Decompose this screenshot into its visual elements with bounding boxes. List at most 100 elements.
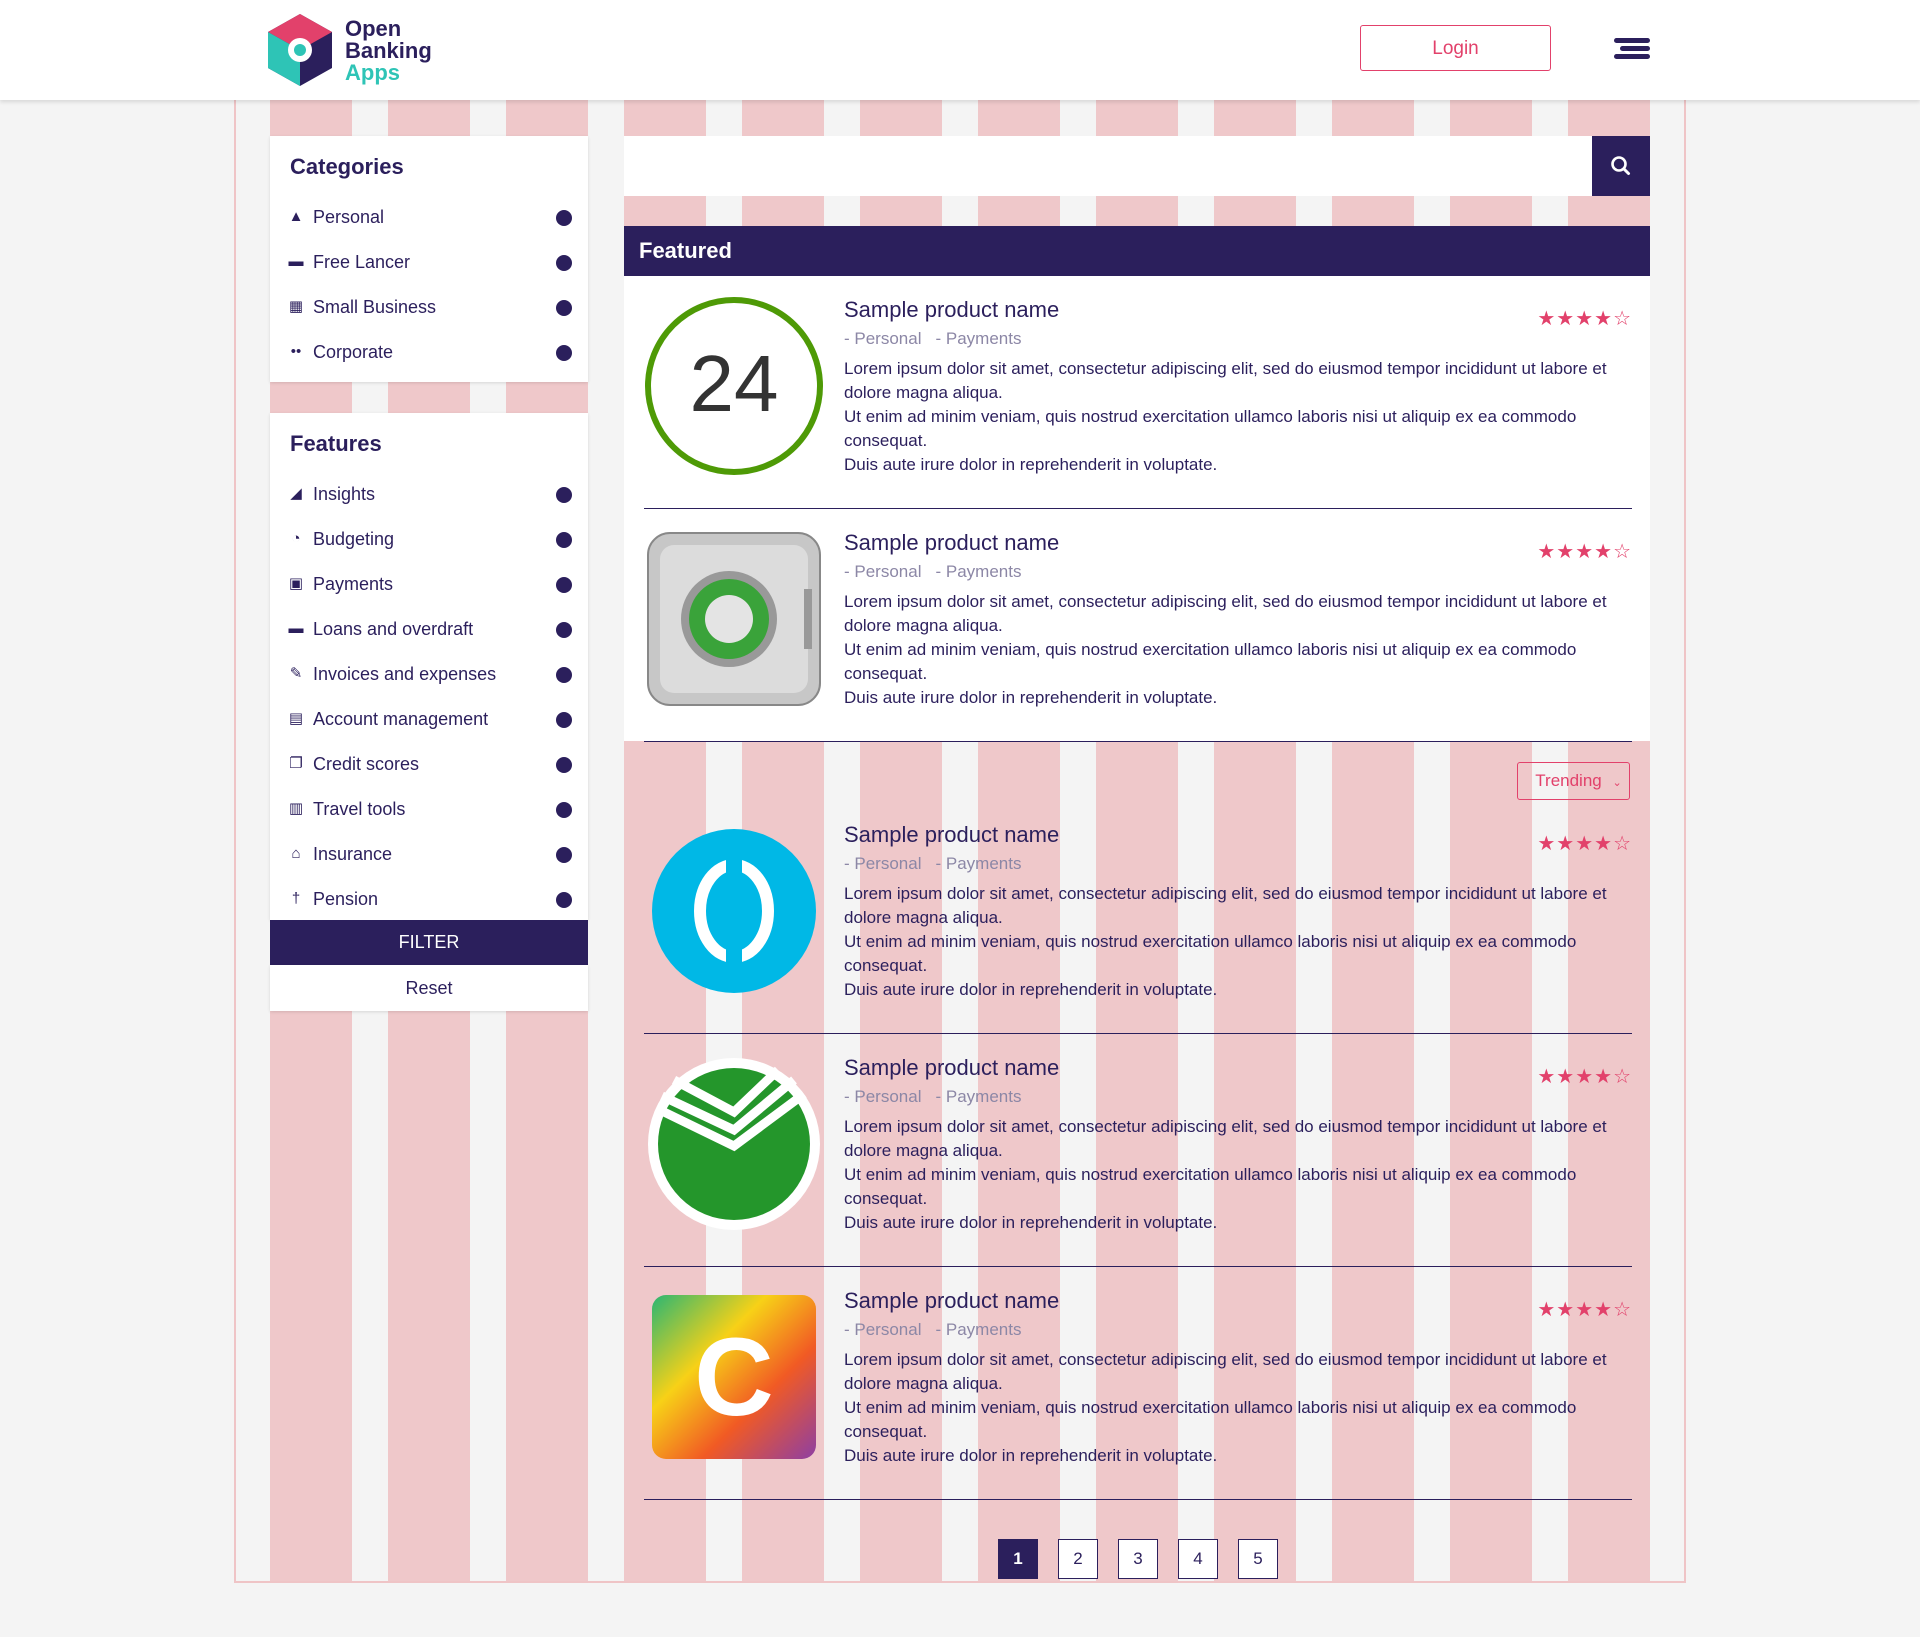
brand-logo[interactable]: Open Banking Apps [268, 14, 448, 86]
sidebar-item-account-management[interactable]: ▤ Account management [270, 700, 588, 740]
sidebar-item-travel-tools[interactable]: ▥ Travel tools [270, 790, 588, 830]
sort-dropdown-label: Trending [1535, 771, 1602, 790]
star-outline-icon: ☆ [1613, 1299, 1632, 1321]
product-card[interactable]: Sample product name - Personal - Payments L… [644, 509, 1632, 742]
star-filled-icon: ★ [1575, 308, 1595, 330]
description-line: Duis aute irure dolor in reprehenderit i… [844, 455, 1218, 474]
product-tag[interactable]: - Payments [935, 1087, 1021, 1106]
edit-icon: ✎ [289, 665, 303, 682]
star-filled-icon: ★ [1594, 308, 1614, 330]
features-title: Features [290, 431, 382, 456]
checkbox-dot[interactable] [556, 532, 572, 548]
product-tag[interactable]: - Payments [935, 854, 1021, 873]
brand-line-1: Open [345, 16, 402, 41]
sidebar-item-invoices-and-expenses[interactable]: ✎ Invoices and expenses [270, 655, 588, 695]
elderly-icon: † [291, 890, 301, 907]
page-button-5[interactable]: 5 [1238, 1539, 1278, 1579]
product-card[interactable]: C Sample product name - Personal - Payments… [644, 1267, 1632, 1500]
sidebar-item-free-lancer[interactable]: ▬ Free Lancer [270, 243, 588, 283]
page-button-3[interactable]: 3 [1118, 1539, 1158, 1579]
bank-check-logo-icon[interactable] [644, 1054, 824, 1234]
product-name[interactable]: Sample product name [844, 822, 1059, 848]
colorful-c-logo-icon[interactable]: C [644, 1287, 824, 1467]
checkbox-dot[interactable] [556, 667, 572, 683]
product-name[interactable]: Sample product name [844, 1288, 1059, 1314]
sidebar-item-small-business[interactable]: ▦ Small Business [270, 288, 588, 328]
sidebar-item-budgeting[interactable]: ◔ Budgeting [270, 520, 588, 560]
brand-name: Open Banking Apps [345, 18, 432, 84]
star-outline-icon: ☆ [1613, 308, 1632, 330]
sidebar-item-label: Free Lancer [313, 252, 411, 272]
product-tag[interactable]: - Payments [935, 562, 1021, 581]
checkbox-dot[interactable] [556, 300, 572, 316]
star-filled-icon: ★ [1594, 541, 1614, 563]
checkbox-dot[interactable] [556, 210, 572, 226]
star-filled-icon: ★ [1556, 1066, 1576, 1088]
product-tag[interactable]: - Personal [844, 329, 921, 348]
product-tag[interactable]: - Personal [844, 1320, 921, 1339]
product-tag[interactable]: - Personal [844, 1087, 921, 1106]
checkbox-dot[interactable] [556, 757, 572, 773]
brand-line-3: Apps [345, 60, 400, 85]
star-rating: ★★★★☆ [1537, 831, 1632, 856]
reset-button[interactable]: Reset [270, 965, 588, 1011]
star-filled-icon: ★ [1556, 833, 1576, 855]
sidebar-item-label: Pension [313, 889, 379, 909]
categories-title: Categories [290, 154, 404, 179]
product-card[interactable]: Sample product name - Personal - Payments L… [644, 1034, 1632, 1267]
credit-card-icon: ▬ [288, 620, 304, 637]
star-outline-icon: ☆ [1613, 541, 1632, 563]
logo-number: 24 [690, 339, 779, 428]
star-outline-icon: ☆ [1613, 833, 1632, 855]
sidebar-item-loans-and-overdraft[interactable]: ▬ Loans and overdraft [270, 610, 588, 650]
filter-button[interactable]: FILTER [270, 920, 588, 965]
page-button-1[interactable]: 1 [998, 1539, 1038, 1579]
hamburger-menu-icon[interactable] [1614, 38, 1650, 60]
sidebar-item-pension[interactable]: † Pension [270, 880, 588, 920]
sidebar-item-corporate[interactable]: •• Corporate [270, 333, 588, 373]
checkbox-dot[interactable] [556, 712, 572, 728]
sort-dropdown[interactable]: Trending ⌄ [1517, 762, 1630, 800]
login-button[interactable]: Login [1360, 25, 1551, 71]
product-tag[interactable]: - Payments [935, 329, 1021, 348]
product-card[interactable]: Sample product name - Personal - Payments L… [644, 801, 1632, 1034]
checkbox-dot[interactable] [556, 622, 572, 638]
checkbox-dot[interactable] [556, 487, 572, 503]
page-button-2[interactable]: 2 [1058, 1539, 1098, 1579]
chevron-down-icon: ⌄ [1612, 777, 1622, 789]
star-rating: ★★★★☆ [1537, 539, 1632, 564]
sidebar-item-payments[interactable]: ▣ Payments [270, 565, 588, 605]
product-name[interactable]: Sample product name [844, 1055, 1059, 1081]
product-tag[interactable]: - Payments [935, 1320, 1021, 1339]
checkbox-dot[interactable] [556, 255, 572, 271]
product-tag[interactable]: - Personal [844, 854, 921, 873]
product-description: Lorem ipsum dolor sit amet, consectetur … [844, 1115, 1629, 1235]
product-name[interactable]: Sample product name [844, 530, 1059, 556]
page-button-4[interactable]: 4 [1178, 1539, 1218, 1579]
suitcase-icon: ▥ [288, 800, 304, 817]
product-tag[interactable]: - Personal [844, 562, 921, 581]
bank-icon: ⌂ [291, 845, 301, 862]
checkbox-dot[interactable] [556, 577, 572, 593]
search-button[interactable] [1592, 136, 1650, 196]
description-line: Lorem ipsum dolor sit amet, consectetur … [844, 592, 1607, 635]
ring-logo-icon[interactable] [644, 821, 824, 1001]
checkbox-dot[interactable] [556, 345, 572, 361]
checkbox-dot[interactable] [556, 892, 572, 908]
product-name[interactable]: Sample product name [844, 297, 1059, 323]
description-line: Lorem ipsum dolor sit amet, consectetur … [844, 359, 1607, 402]
safe-logo-icon[interactable] [644, 529, 824, 709]
product-card[interactable]: 24 Sample product name - Personal - Payment… [644, 276, 1632, 509]
checkbox-dot[interactable] [556, 802, 572, 818]
star-filled-icon: ★ [1575, 833, 1595, 855]
sidebar-item-insurance[interactable]: ⌂ Insurance [270, 835, 588, 875]
sidebar-item-credit-scores[interactable]: ❐ Credit scores [270, 745, 588, 785]
star-filled-icon: ★ [1575, 1066, 1595, 1088]
search-input[interactable] [624, 136, 1592, 196]
description-line: Duis aute irure dolor in reprehenderit i… [844, 1446, 1218, 1465]
checkbox-dot[interactable] [556, 847, 572, 863]
product-tags: - Personal - Payments [844, 562, 1035, 582]
sidebar-item-personal[interactable]: ▲ Personal [270, 198, 588, 238]
sidebar-item-insights[interactable]: ◢ Insights [270, 475, 588, 515]
countdown-logo-icon[interactable]: 24 [644, 296, 824, 476]
